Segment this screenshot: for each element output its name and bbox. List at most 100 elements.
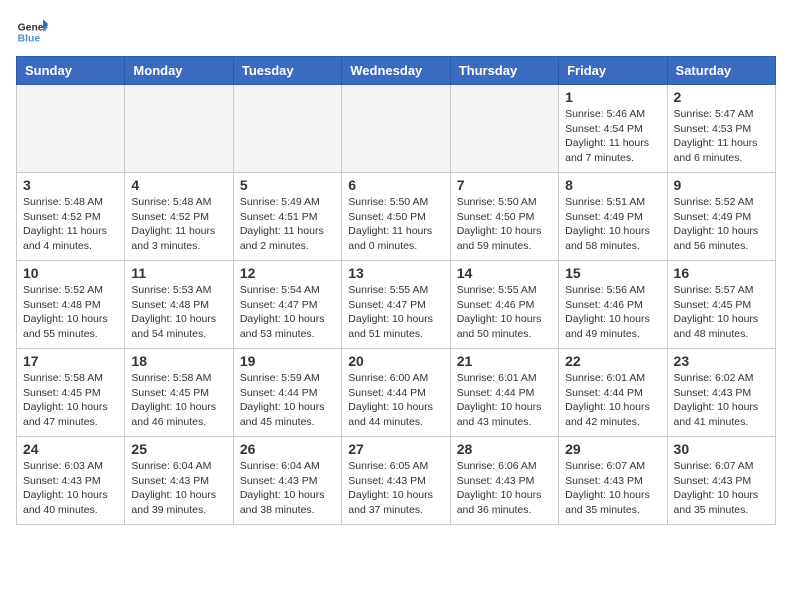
day-info: Sunrise: 5:55 AM Sunset: 4:46 PM Dayligh… [457, 283, 552, 342]
day-number: 11 [131, 265, 226, 281]
calendar-day-cell: 13 Sunrise: 5:55 AM Sunset: 4:47 PM Dayli… [342, 261, 450, 349]
day-number: 19 [240, 353, 335, 369]
day-info: Sunrise: 6:01 AM Sunset: 4:44 PM Dayligh… [565, 371, 660, 430]
day-info: Sunrise: 6:07 AM Sunset: 4:43 PM Dayligh… [565, 459, 660, 518]
calendar-day-cell: 15 Sunrise: 5:56 AM Sunset: 4:46 PM Dayli… [559, 261, 667, 349]
day-number: 16 [674, 265, 769, 281]
day-info: Sunrise: 6:07 AM Sunset: 4:43 PM Dayligh… [674, 459, 769, 518]
calendar-day-cell: 27 Sunrise: 6:05 AM Sunset: 4:43 PM Dayli… [342, 437, 450, 525]
calendar-day-cell: 3Sunrise: 5:48 AM Sunset: 4:52 PM Daylig… [17, 173, 125, 261]
day-number: 29 [565, 441, 660, 457]
calendar-week-row: 17 Sunrise: 5:58 AM Sunset: 4:45 PM Dayli… [17, 349, 776, 437]
day-info: Sunrise: 5:52 AM Sunset: 4:48 PM Dayligh… [23, 283, 118, 342]
day-number: 14 [457, 265, 552, 281]
calendar-week-row: 3 Sunrise: 5:48 AM Sunset: 4:52 PM Daylig… [17, 173, 776, 261]
calendar-day-cell: 9 Sunrise: 5:52 AM Sunset: 4:49 PM Daylig… [667, 173, 775, 261]
day-number: 22 [565, 353, 660, 369]
day-number: 20 [348, 353, 443, 369]
day-info: Sunrise: 5:50 AM Sunset: 4:50 PM Dayligh… [457, 195, 552, 254]
page-header: General Blue [16, 16, 776, 48]
day-info: Sunrise: 5:59 AM Sunset: 4:44 PM Dayligh… [240, 371, 335, 430]
calendar-day-cell: 1Sunrise: 5:46 AM Sunset: 4:54 PM Daylig… [559, 85, 667, 173]
weekday-header-saturday: Saturday [667, 57, 775, 85]
day-info: Sunrise: 6:06 AM Sunset: 4:43 PM Dayligh… [457, 459, 552, 518]
calendar-day-cell [342, 85, 450, 173]
calendar-day-cell: 23 Sunrise: 6:02 AM Sunset: 4:43 PM Dayli… [667, 349, 775, 437]
day-number: 21 [457, 353, 552, 369]
day-number: 1 [565, 89, 660, 105]
calendar-day-cell: 11 Sunrise: 5:53 AM Sunset: 4:48 PM Dayli… [125, 261, 233, 349]
calendar-day-cell: 20 Sunrise: 6:00 AM Sunset: 4:44 PM Dayli… [342, 349, 450, 437]
calendar-day-cell: 14 Sunrise: 5:55 AM Sunset: 4:46 PM Dayli… [450, 261, 558, 349]
calendar-week-row: 24 Sunrise: 6:03 AM Sunset: 4:43 PM Dayli… [17, 437, 776, 525]
calendar-day-cell: 21Sunrise: 6:01 AM Sunset: 4:44 PM Dayli… [450, 349, 558, 437]
calendar-day-cell: 6 Sunrise: 5:50 AM Sunset: 4:50 PM Daylig… [342, 173, 450, 261]
day-number: 10 [23, 265, 118, 281]
day-number: 28 [457, 441, 552, 457]
day-info: Sunrise: 5:52 AM Sunset: 4:49 PM Dayligh… [674, 195, 769, 254]
weekday-header-tuesday: Tuesday [233, 57, 341, 85]
day-number: 13 [348, 265, 443, 281]
calendar-table: SundayMondayTuesdayWednesdayThursdayFrid… [16, 56, 776, 525]
calendar-day-cell: 30 Sunrise: 6:07 AM Sunset: 4:43 PM Dayli… [667, 437, 775, 525]
calendar-day-cell: 17 Sunrise: 5:58 AM Sunset: 4:45 PM Dayli… [17, 349, 125, 437]
calendar-day-cell: 7Sunrise: 5:50 AM Sunset: 4:50 PM Daylig… [450, 173, 558, 261]
day-number: 27 [348, 441, 443, 457]
calendar-day-cell: 2 Sunrise: 5:47 AM Sunset: 4:53 PM Daylig… [667, 85, 775, 173]
day-number: 17 [23, 353, 118, 369]
day-info: Sunrise: 5:48 AM Sunset: 4:52 PM Dayligh… [131, 195, 226, 254]
day-number: 9 [674, 177, 769, 193]
day-number: 24 [23, 441, 118, 457]
calendar-day-cell [233, 85, 341, 173]
day-number: 15 [565, 265, 660, 281]
day-number: 5 [240, 177, 335, 193]
day-info: Sunrise: 6:04 AM Sunset: 4:43 PM Dayligh… [240, 459, 335, 518]
calendar-day-cell [125, 85, 233, 173]
calendar-day-cell: 5 Sunrise: 5:49 AM Sunset: 4:51 PM Daylig… [233, 173, 341, 261]
day-number: 18 [131, 353, 226, 369]
calendar-day-cell: 25Sunrise: 6:04 AM Sunset: 4:43 PM Dayli… [125, 437, 233, 525]
day-info: Sunrise: 6:00 AM Sunset: 4:44 PM Dayligh… [348, 371, 443, 430]
day-number: 23 [674, 353, 769, 369]
weekday-header-monday: Monday [125, 57, 233, 85]
calendar-day-cell: 8Sunrise: 5:51 AM Sunset: 4:49 PM Daylig… [559, 173, 667, 261]
day-info: Sunrise: 5:54 AM Sunset: 4:47 PM Dayligh… [240, 283, 335, 342]
day-number: 2 [674, 89, 769, 105]
day-info: Sunrise: 5:49 AM Sunset: 4:51 PM Dayligh… [240, 195, 335, 254]
logo: General Blue [16, 16, 52, 48]
day-number: 6 [348, 177, 443, 193]
calendar-day-cell: 26 Sunrise: 6:04 AM Sunset: 4:43 PM Dayli… [233, 437, 341, 525]
calendar-day-cell: 19 Sunrise: 5:59 AM Sunset: 4:44 PM Dayli… [233, 349, 341, 437]
day-number: 12 [240, 265, 335, 281]
day-number: 26 [240, 441, 335, 457]
day-info: Sunrise: 5:53 AM Sunset: 4:48 PM Dayligh… [131, 283, 226, 342]
weekday-header-thursday: Thursday [450, 57, 558, 85]
calendar-day-cell: 28 Sunrise: 6:06 AM Sunset: 4:43 PM Dayli… [450, 437, 558, 525]
calendar-week-row: 1Sunrise: 5:46 AM Sunset: 4:54 PM Daylig… [17, 85, 776, 173]
calendar-day-cell [17, 85, 125, 173]
calendar-day-cell: 18 Sunrise: 5:58 AM Sunset: 4:45 PM Dayli… [125, 349, 233, 437]
day-number: 4 [131, 177, 226, 193]
calendar-day-cell [450, 85, 558, 173]
day-info: Sunrise: 5:58 AM Sunset: 4:45 PM Dayligh… [23, 371, 118, 430]
weekday-header-wednesday: Wednesday [342, 57, 450, 85]
day-info: Sunrise: 6:02 AM Sunset: 4:43 PM Dayligh… [674, 371, 769, 430]
logo-icon: General Blue [16, 16, 48, 48]
day-info: Sunrise: 5:51 AM Sunset: 4:49 PM Dayligh… [565, 195, 660, 254]
day-number: 30 [674, 441, 769, 457]
calendar-week-row: 10 Sunrise: 5:52 AM Sunset: 4:48 PM Dayli… [17, 261, 776, 349]
day-info: Sunrise: 5:47 AM Sunset: 4:53 PM Dayligh… [674, 107, 769, 166]
svg-text:Blue: Blue [18, 34, 41, 45]
calendar-day-cell: 16Sunrise: 5:57 AM Sunset: 4:45 PM Dayli… [667, 261, 775, 349]
weekday-header-row: SundayMondayTuesdayWednesdayThursdayFrid… [17, 57, 776, 85]
day-number: 25 [131, 441, 226, 457]
day-info: Sunrise: 5:56 AM Sunset: 4:46 PM Dayligh… [565, 283, 660, 342]
day-info: Sunrise: 5:58 AM Sunset: 4:45 PM Dayligh… [131, 371, 226, 430]
weekday-header-friday: Friday [559, 57, 667, 85]
day-number: 3 [23, 177, 118, 193]
day-info: Sunrise: 6:05 AM Sunset: 4:43 PM Dayligh… [348, 459, 443, 518]
day-info: Sunrise: 6:03 AM Sunset: 4:43 PM Dayligh… [23, 459, 118, 518]
day-info: Sunrise: 5:55 AM Sunset: 4:47 PM Dayligh… [348, 283, 443, 342]
day-info: Sunrise: 5:50 AM Sunset: 4:50 PM Dayligh… [348, 195, 443, 254]
calendar-day-cell: 29 Sunrise: 6:07 AM Sunset: 4:43 PM Dayli… [559, 437, 667, 525]
